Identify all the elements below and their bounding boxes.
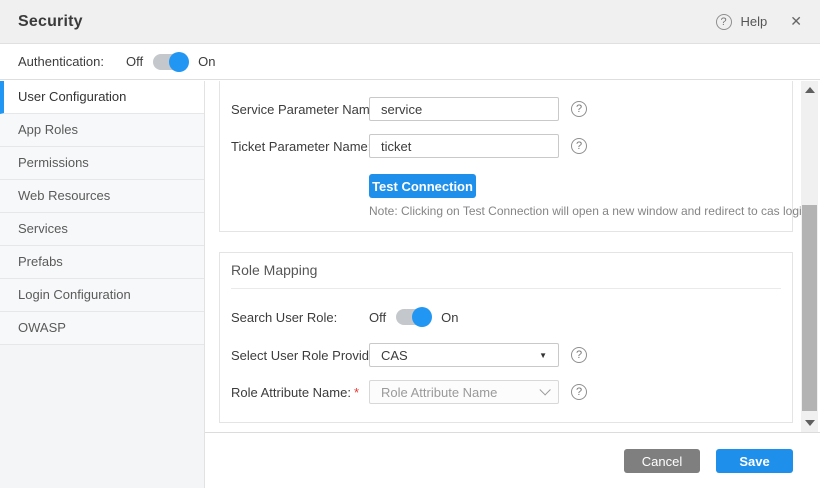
save-button[interactable]: Save xyxy=(716,449,793,473)
service-parameter-label: Service Parameter Name:* xyxy=(231,102,389,117)
search-user-role-off-label: Off xyxy=(369,310,386,325)
role-attribute-placeholder: Role Attribute Name xyxy=(381,385,497,400)
role-mapping-card: Role Mapping Search User Role: Off On Se… xyxy=(219,252,793,423)
role-mapping-title: Role Mapping xyxy=(231,262,317,278)
role-provider-select[interactable]: CAS ▼ xyxy=(369,343,559,367)
required-asterisk: * xyxy=(354,385,359,400)
authentication-label: Authentication: xyxy=(18,54,104,69)
sidebar-item-permissions[interactable]: Permissions xyxy=(0,147,204,180)
test-connection-note: Note: Clicking on Test Connection will o… xyxy=(369,204,801,218)
sidebar-item-app-roles[interactable]: App Roles xyxy=(0,114,204,147)
chevron-down-icon xyxy=(539,384,550,395)
search-user-role-label: Search User Role: xyxy=(231,310,337,325)
role-provider-label: Select User Role Provider: xyxy=(231,348,384,363)
search-user-role-row: Search User Role: Off On xyxy=(231,305,781,329)
authentication-off-label: Off xyxy=(126,54,143,69)
ticket-parameter-row: Ticket Parameter Name:* ? xyxy=(231,134,781,158)
caret-down-icon: ▼ xyxy=(539,351,547,360)
toggle-knob xyxy=(169,52,189,72)
sidebar-item-prefabs[interactable]: Prefabs xyxy=(0,246,204,279)
page-header: Security ? Help ✕ xyxy=(0,0,820,44)
service-parameter-input[interactable] xyxy=(369,97,559,121)
search-user-role-toggle[interactable] xyxy=(396,309,431,325)
role-mapping-divider xyxy=(231,288,781,289)
vertical-scrollbar[interactable] xyxy=(801,81,818,432)
sidebar-item-owasp[interactable]: OWASP xyxy=(0,312,204,345)
footer: Cancel Save xyxy=(205,432,820,488)
search-user-role-on-label: On xyxy=(441,310,458,325)
sidebar-item-login-configuration[interactable]: Login Configuration xyxy=(0,279,204,312)
header-actions: ? Help ✕ xyxy=(716,13,802,30)
sidebar-item-web-resources[interactable]: Web Resources xyxy=(0,180,204,213)
sidebar-item-user-configuration[interactable]: User Configuration xyxy=(0,81,204,114)
cancel-button[interactable]: Cancel xyxy=(624,449,700,473)
sidebar-item-services[interactable]: Services xyxy=(0,213,204,246)
role-provider-value: CAS xyxy=(381,348,408,363)
help-link[interactable]: Help xyxy=(741,14,768,29)
role-attribute-combobox[interactable]: Role Attribute Name xyxy=(369,380,559,404)
scrollbar-down-arrow-icon[interactable] xyxy=(805,420,815,426)
role-attribute-label: Role Attribute Name:* xyxy=(231,385,359,400)
scrollbar-up-arrow-icon[interactable] xyxy=(805,87,815,93)
sidebar: User Configuration App Roles Permissions… xyxy=(0,81,205,488)
authentication-on-label: On xyxy=(198,54,215,69)
role-attribute-help-icon[interactable]: ? xyxy=(571,384,587,400)
ticket-parameter-label: Ticket Parameter Name:* xyxy=(231,139,379,154)
help-icon[interactable]: ? xyxy=(716,14,732,30)
close-icon[interactable]: ✕ xyxy=(790,13,802,30)
search-user-role-toggle-group: Off On xyxy=(369,309,458,325)
role-provider-help-icon[interactable]: ? xyxy=(571,347,587,363)
ticket-parameter-help-icon[interactable]: ? xyxy=(571,138,587,154)
authentication-toggle[interactable] xyxy=(153,54,188,70)
role-attribute-row: Role Attribute Name:* Role Attribute Nam… xyxy=(231,380,781,404)
page-title: Security xyxy=(18,13,83,31)
scrollbar-thumb[interactable] xyxy=(802,205,817,411)
service-parameter-help-icon[interactable]: ? xyxy=(571,101,587,117)
content-viewport: Service Parameter Name:* ? Ticket Parame… xyxy=(206,81,801,432)
test-connection-button[interactable]: Test Connection xyxy=(369,174,476,198)
service-parameter-row: Service Parameter Name:* ? xyxy=(231,97,781,121)
ticket-parameter-input[interactable] xyxy=(369,134,559,158)
cas-parameters-card: Service Parameter Name:* ? Ticket Parame… xyxy=(219,81,793,232)
role-provider-row: Select User Role Provider: CAS ▼ ? xyxy=(231,343,781,367)
toggle-knob xyxy=(412,307,432,327)
authentication-row: Authentication: Off On xyxy=(0,44,820,80)
